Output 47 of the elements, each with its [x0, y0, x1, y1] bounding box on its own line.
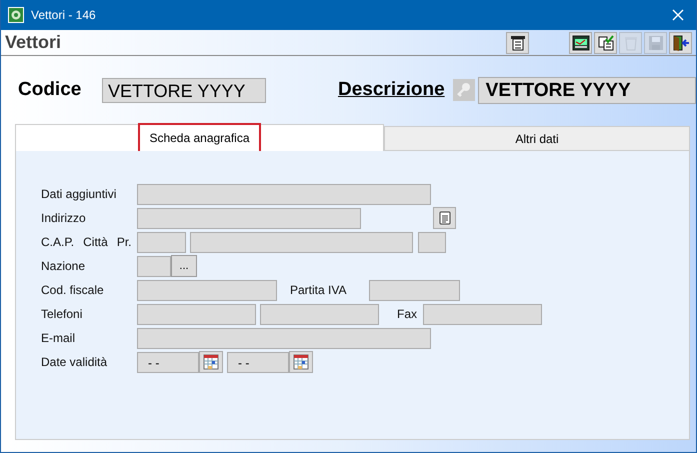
field-label: Fax — [396, 307, 418, 321]
input-field[interactable] — [137, 328, 431, 348]
exit-button[interactable] — [669, 32, 692, 54]
field-label: C.A.P. — [41, 235, 74, 249]
form-title: Vettori — [5, 32, 62, 53]
close-icon[interactable] — [672, 9, 684, 21]
calendar-button[interactable] — [289, 351, 313, 373]
field-label: Città — [83, 235, 108, 249]
description-link[interactable]: Descrizione — [338, 79, 445, 101]
date-field[interactable]: - - — [137, 352, 199, 372]
input-field[interactable] — [137, 280, 277, 300]
field-label: Partita IVA — [289, 283, 348, 297]
app-icon — [8, 7, 24, 23]
code-field[interactable]: VETTORE YYYY — [102, 78, 266, 102]
input-field[interactable] — [137, 184, 431, 204]
tab[interactable]: Altri dati — [384, 126, 690, 151]
screen-button[interactable] — [569, 32, 592, 54]
field-label: Pr. — [116, 235, 132, 249]
field-label: Date validità — [41, 355, 108, 369]
field-label: Nazione — [41, 259, 86, 273]
input-field[interactable] — [137, 304, 256, 324]
input-field[interactable] — [190, 232, 413, 252]
calendar-button[interactable] — [199, 351, 223, 373]
list-button[interactable] — [506, 32, 529, 54]
input-field[interactable] — [423, 304, 542, 324]
input-field[interactable] — [260, 304, 379, 324]
input-field[interactable] — [137, 208, 361, 228]
field-label: Dati aggiuntivi — [41, 187, 118, 201]
check-button[interactable] — [594, 32, 617, 54]
input-field[interactable] — [137, 256, 171, 276]
trash-icon — [622, 34, 638, 50]
field-label: Cod. fiscale — [41, 283, 105, 297]
browse-button[interactable]: ... — [171, 255, 197, 277]
key-icon[interactable] — [452, 79, 475, 101]
window-title: Vettori - 146 — [31, 8, 97, 22]
input-field[interactable] — [137, 232, 186, 252]
notepad-icon — [438, 211, 450, 225]
code-label: Codice — [17, 79, 82, 101]
input-field[interactable] — [418, 232, 446, 252]
field-label: E-mail — [41, 331, 76, 345]
input-field[interactable] — [369, 280, 460, 300]
field-label: Indirizzo — [41, 211, 87, 225]
description-field[interactable]: VETTORE YYYY — [478, 76, 696, 104]
field-label: Telefoni — [41, 307, 84, 321]
date-field[interactable]: - - — [227, 352, 289, 372]
notepad-button[interactable] — [433, 207, 456, 229]
tab[interactable]: Scheda anagrafica — [15, 124, 384, 151]
